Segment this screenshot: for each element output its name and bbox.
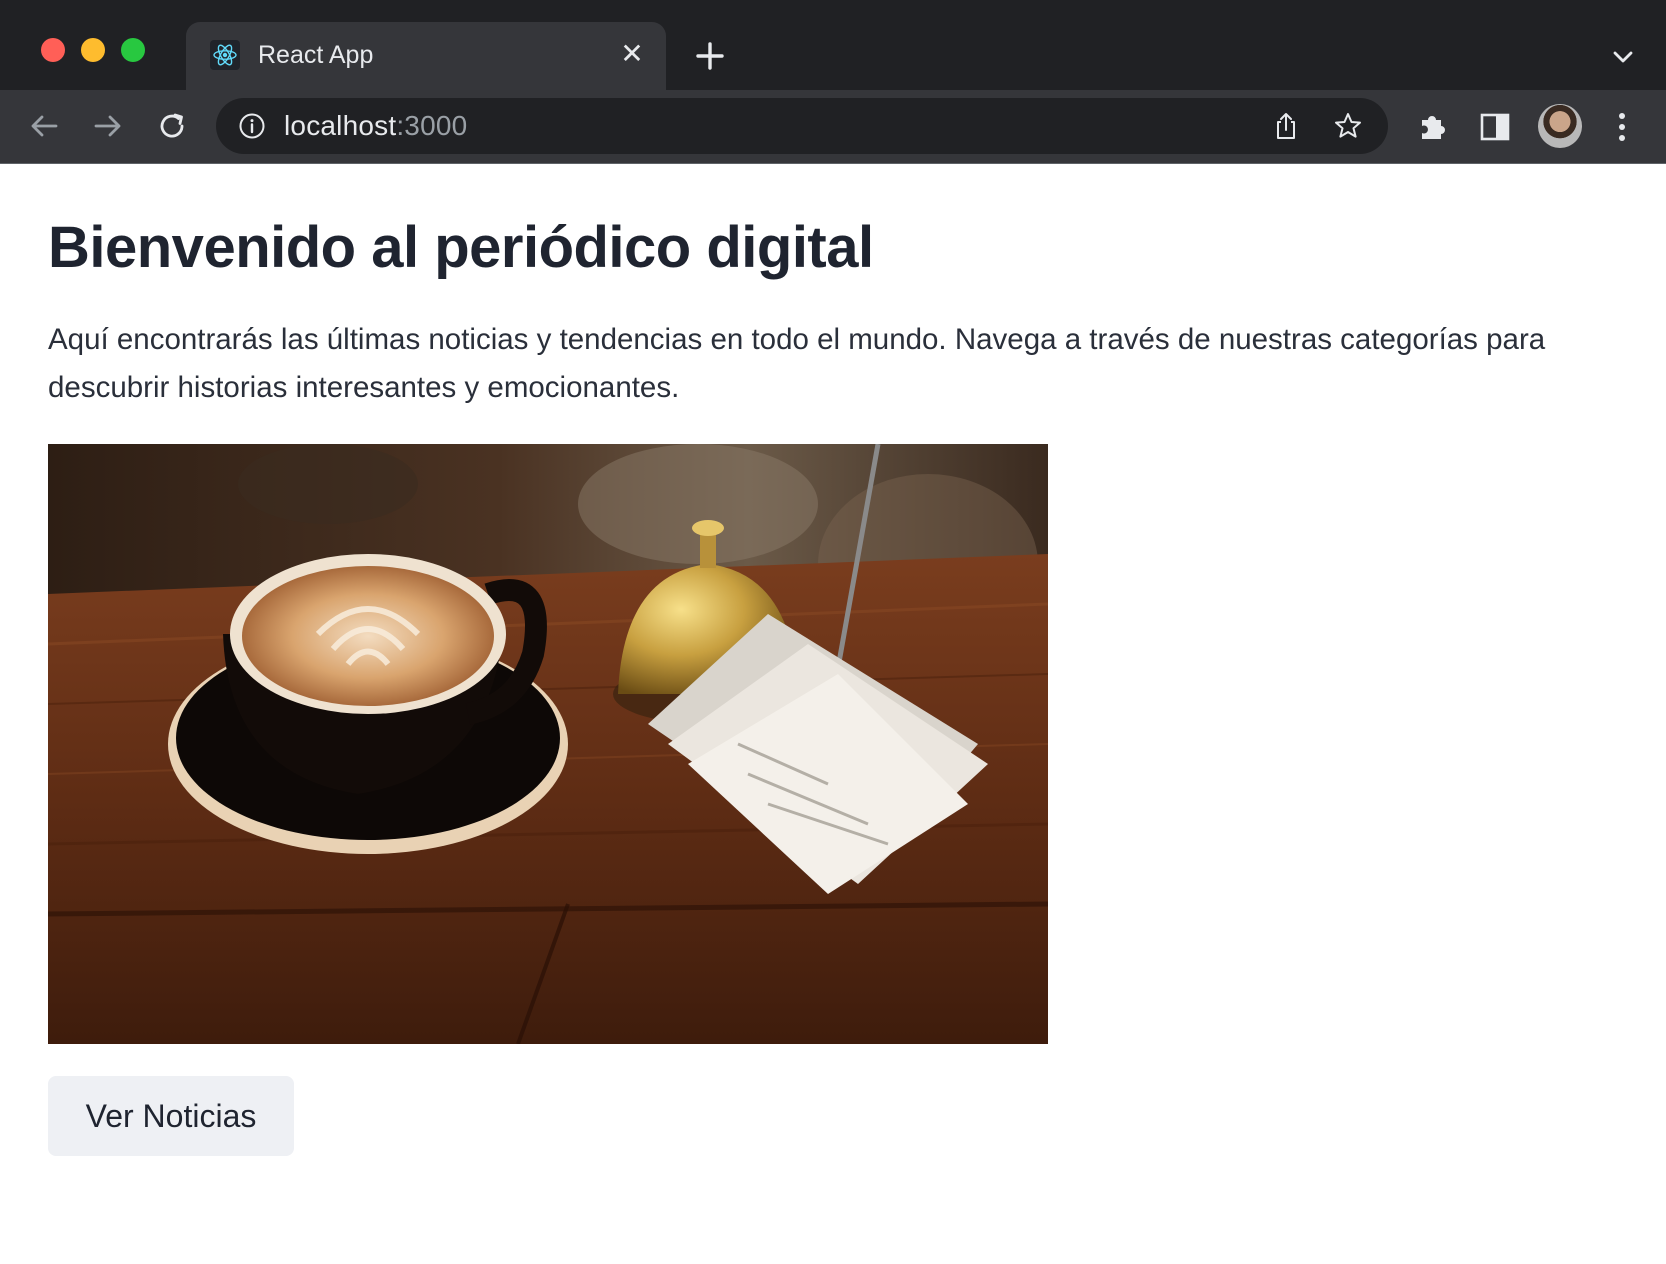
puzzle-icon[interactable]: [1414, 108, 1450, 144]
back-arrow-icon[interactable]: [24, 106, 64, 146]
avatar[interactable]: [1538, 104, 1582, 148]
close-tab-icon[interactable]: ✕: [616, 38, 648, 70]
tab-title: React App: [258, 41, 374, 69]
tab-react-app[interactable]: React App ✕: [186, 22, 666, 90]
ver-noticias-button[interactable]: Ver Noticias: [48, 1076, 294, 1156]
address-bar[interactable]: localhost:3000: [216, 98, 1388, 154]
close-window-button[interactable]: [41, 38, 65, 62]
photo-illustration: [48, 444, 1048, 1044]
browser-toolbar: localhost:3000: [0, 90, 1666, 164]
minimize-window-button[interactable]: [81, 38, 105, 62]
coffee-cup-and-bell-photo: [48, 444, 1048, 1044]
url-port: :3000: [396, 110, 468, 141]
url-host: localhost: [284, 110, 397, 141]
page-content: Bienvenido al periódico digital Aquí enc…: [0, 164, 1666, 1264]
tab-strip: React App ✕: [0, 0, 1666, 90]
react-favicon-icon: [210, 40, 240, 70]
maximize-window-button[interactable]: [121, 38, 145, 62]
browser-chrome: React App ✕ localhost:3000: [0, 0, 1666, 164]
kebab-menu-icon[interactable]: [1610, 108, 1634, 146]
new-tab-plus-icon[interactable]: [690, 36, 730, 76]
forward-arrow-icon[interactable]: [88, 106, 128, 146]
info-icon[interactable]: [238, 112, 266, 140]
share-icon[interactable]: [1270, 110, 1302, 142]
page-title: Bienvenido al periódico digital: [48, 215, 874, 280]
star-icon[interactable]: [1332, 110, 1364, 142]
reload-icon[interactable]: [152, 106, 192, 146]
intro-paragraph: Aquí encontrarás las últimas noticias y …: [48, 323, 1546, 404]
side-panel-icon[interactable]: [1478, 110, 1512, 144]
chevron-down-icon[interactable]: [1608, 42, 1638, 72]
url-text[interactable]: localhost:3000: [284, 110, 467, 142]
